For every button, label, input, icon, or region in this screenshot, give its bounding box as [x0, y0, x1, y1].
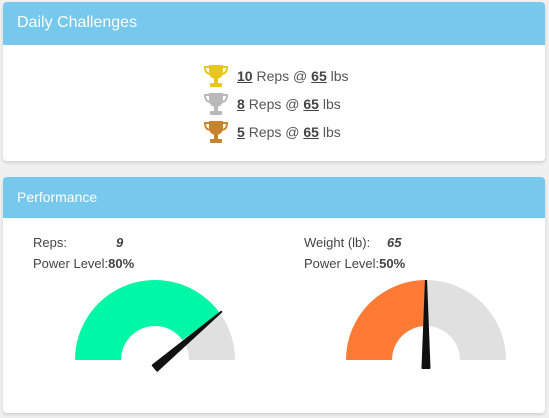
performance-panel: Performance Reps: 9 Power Level:80% Weigh… [3, 177, 545, 413]
reps-label: Reps @ [248, 96, 300, 112]
daily-challenges-panel: Daily Challenges 10 Reps @ 65 lbs 8 Reps… [3, 2, 545, 161]
reps-power-level: Power Level:80% [33, 256, 134, 271]
challenge-gold: 10 Reps @ 65 lbs [202, 63, 349, 89]
power-level-label: Power Level: [33, 256, 109, 271]
challenge-weight[interactable]: 65 [303, 124, 319, 140]
power-level-value: 50% [379, 256, 406, 271]
challenge-bronze: 5 Reps @ 65 lbs [202, 119, 341, 145]
weight-power-gauge [346, 280, 506, 369]
unit-label: lbs [322, 96, 341, 112]
reps-label: Reps @ [256, 68, 308, 84]
trophy-icon [203, 65, 229, 87]
challenge-text: 5 Reps @ 65 lbs [237, 124, 341, 140]
reps-stat: Reps: 9 [33, 235, 123, 250]
daily-challenges-header: Daily Challenges [3, 2, 545, 45]
weight-label: Weight (lb): [304, 235, 371, 250]
challenge-reps[interactable]: 10 [237, 68, 253, 84]
challenge-reps[interactable]: 5 [237, 124, 245, 140]
challenge-reps[interactable]: 8 [237, 96, 245, 112]
performance-header: Performance [3, 177, 545, 218]
power-level-label: Power Level: [304, 256, 380, 271]
reps-label: Reps: [33, 235, 67, 250]
reps-label: Reps @ [248, 124, 300, 140]
challenge-text: 10 Reps @ 65 lbs [237, 68, 349, 84]
weight-stat: Weight (lb): 65 [304, 235, 401, 250]
challenge-weight[interactable]: 65 [311, 68, 327, 84]
unit-label: lbs [330, 68, 349, 84]
gauge-fill [346, 280, 426, 360]
trophy-icon [203, 121, 229, 143]
challenge-silver: 8 Reps @ 65 lbs [202, 91, 341, 117]
reps-value: 9 [116, 235, 124, 250]
weight-value: 65 [387, 235, 402, 250]
trophy-icon [203, 93, 229, 115]
unit-label: lbs [322, 124, 341, 140]
challenge-weight[interactable]: 65 [303, 96, 319, 112]
reps-power-gauge [75, 280, 235, 372]
weight-power-level: Power Level:50% [304, 256, 405, 271]
power-level-value: 80% [108, 256, 135, 271]
challenge-text: 8 Reps @ 65 lbs [237, 96, 341, 112]
